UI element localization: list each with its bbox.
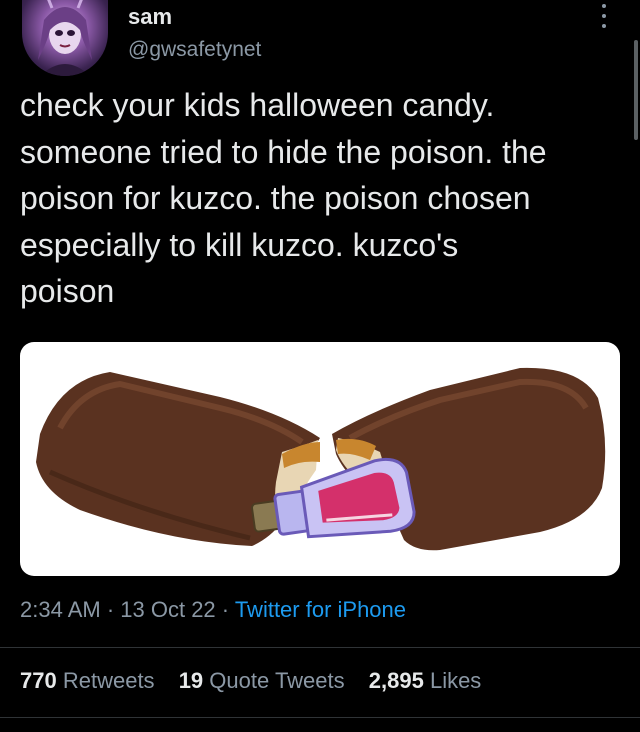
retweets-stat[interactable]: 770 Retweets: [20, 668, 155, 693]
author-display-name[interactable]: sam: [128, 4, 172, 30]
quote-tweets-count: 19: [178, 668, 204, 693]
more-options-icon[interactable]: [597, 4, 611, 28]
tweet-date[interactable]: 13 Oct 22: [120, 597, 215, 622]
avatar[interactable]: [22, 0, 108, 76]
separator: ·: [100, 597, 121, 622]
retweets-count: 770: [20, 668, 57, 693]
retweets-label: Retweets: [62, 668, 155, 693]
likes-label: Likes: [429, 668, 482, 693]
likes-stat[interactable]: 2,895 Likes: [369, 668, 482, 693]
divider: [0, 717, 640, 718]
candy-bar-with-poison-vial-icon: [36, 367, 606, 551]
likes-count: 2,895: [368, 668, 424, 693]
tweet-time[interactable]: 2:34 AM: [20, 597, 101, 622]
tweet-text: check your kids halloween candy. someone…: [20, 87, 547, 309]
tweet-stats: 770 Retweets 19 Quote Tweets 2,895 Likes: [20, 668, 499, 694]
tweet-timestamp: 2:34 AM · 13 Oct 22 · Twitter for iPhone: [20, 597, 406, 623]
tweet-media-image[interactable]: [20, 342, 620, 576]
quote-tweets-stat[interactable]: 19 Quote Tweets: [179, 668, 345, 693]
separator: ·: [215, 597, 235, 622]
author-handle[interactable]: @gwsafetynet: [128, 38, 261, 62]
divider: [0, 647, 640, 648]
tweet-source-link[interactable]: Twitter for iPhone: [235, 597, 406, 622]
scrollbar[interactable]: [634, 40, 638, 140]
quote-tweets-label: Quote Tweets: [209, 668, 345, 693]
